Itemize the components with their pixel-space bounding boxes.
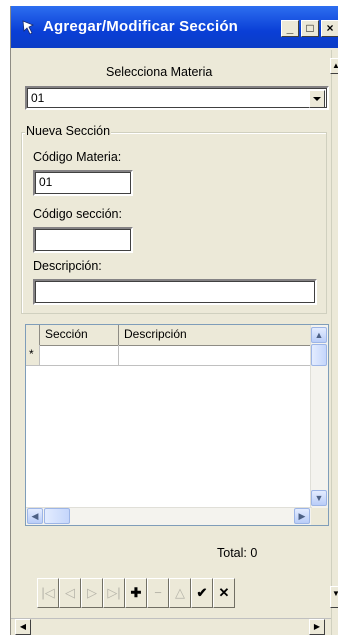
nav-prior-button[interactable]: ◁ [59,578,81,608]
scrollbar-corner [311,508,328,525]
materia-combo[interactable]: 01 [25,86,329,110]
grid-header: Sección Descripción [26,325,312,346]
nav-edit-button[interactable]: △ [169,578,191,608]
scroll-down-icon[interactable]: ▼ [311,490,327,506]
nav-post-button[interactable]: ✔ [191,578,213,608]
descripcion-input[interactable] [33,279,317,305]
total-label: Total: 0 [217,546,258,560]
column-header-descripcion[interactable]: Descripción [119,325,312,345]
nav-cancel-button[interactable]: ✕ [213,578,235,608]
nav-last-button[interactable]: ▷| [103,578,125,608]
window-title: Agregar/Modificar Sección [43,18,239,35]
scroll-down-icon[interactable]: ▼ [330,586,338,608]
column-header-seccion[interactable]: Sección [40,325,119,345]
agregar-modificar-seccion-window: Agregar/Modificar Sección _ □ × ▲ ▼ Sele… [10,6,338,635]
materia-combo-value: 01 [31,91,45,105]
grid-horizontal-scrollbar[interactable]: ◀ ▶ [26,507,312,525]
scroll-up-icon[interactable]: ▲ [311,327,327,343]
scroll-up-icon[interactable]: ▲ [330,58,338,74]
nav-insert-button[interactable]: ✚ [125,578,147,608]
grid-vertical-scrollbar[interactable]: ▲ ▼ [310,325,328,508]
scroll-left-icon[interactable]: ◀ [27,508,43,524]
codigo-materia-value: 01 [39,175,53,189]
new-row-indicator: * [26,345,40,365]
nav-delete-button[interactable]: − [147,578,169,608]
title-bar[interactable]: Agregar/Modificar Sección _ □ × [11,6,338,48]
scroll-right-icon[interactable]: ▶ [309,619,325,635]
table-row[interactable]: * [26,345,312,366]
close-button[interactable]: × [321,20,338,37]
codigo-seccion-input[interactable] [33,227,133,253]
window-horizontal-scrollbar[interactable]: ◀ ▶ [11,618,331,635]
descripcion-label: Descripción: [33,259,102,273]
selecciona-materia-label: Selecciona Materia [106,65,213,79]
codigo-materia-label: Código Materia: [33,150,122,164]
codigo-seccion-label: Código sección: [33,207,122,221]
nav-next-button[interactable]: ▷ [81,578,103,608]
vertical-scroll-thumb[interactable] [311,344,327,366]
cell-descripcion[interactable] [119,345,312,365]
cell-seccion[interactable] [40,345,119,365]
nav-first-button[interactable]: |◁ [37,578,59,608]
scroll-left-icon[interactable]: ◀ [15,619,31,635]
minimize-button[interactable]: _ [281,20,299,37]
secciones-grid[interactable]: Sección Descripción * ▲ ▼ ◀ ▶ [25,324,329,526]
app-icon [22,20,34,35]
scroll-right-icon[interactable]: ▶ [294,508,310,524]
codigo-materia-input[interactable]: 01 [33,170,133,196]
row-indicator-header [26,325,40,345]
nueva-seccion-title: Nueva Sección [25,124,112,138]
horizontal-scroll-thumb[interactable] [44,508,70,524]
combo-dropdown-button[interactable] [309,90,325,108]
chevron-down-icon [313,97,321,101]
restore-button[interactable]: □ [301,20,319,37]
window-vertical-scrollbar[interactable]: ▲ ▼ [330,50,338,635]
